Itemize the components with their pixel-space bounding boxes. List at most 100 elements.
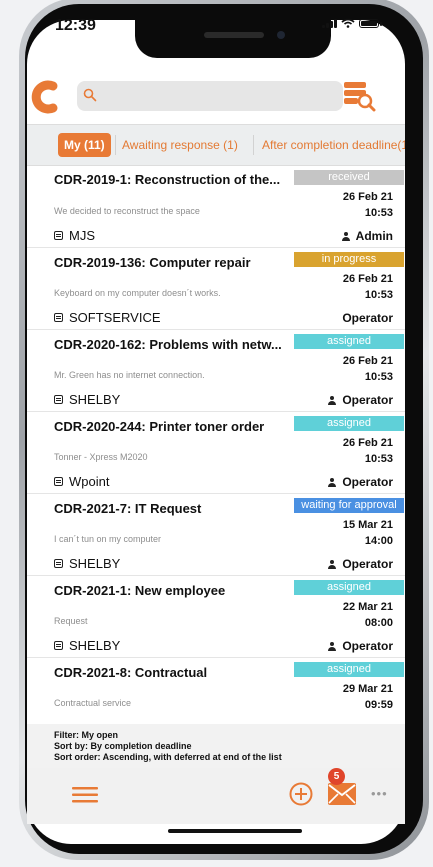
search-icon <box>83 88 97 102</box>
ticket-title: CDR-2021-1: New employee <box>54 583 226 598</box>
ticket-description: Tonner - Xpress M2020 <box>54 452 148 462</box>
building-icon <box>54 559 63 568</box>
add-icon[interactable] <box>289 782 313 811</box>
ticket-description: We decided to reconstruct the space <box>54 206 200 216</box>
home-indicator <box>168 829 302 833</box>
assignee-name: Admin <box>355 229 393 243</box>
ticket-time: 10:53 <box>364 453 393 465</box>
ticket-time: 14:00 <box>364 535 393 547</box>
ticket-assignee: Operator <box>328 393 393 407</box>
notch <box>135 20 331 58</box>
ticket-customer: MJS <box>54 228 95 243</box>
ticket-title: CDR-2021-7: IT Request <box>54 501 202 516</box>
filter-tabs: My (11) Awaiting response (1) After comp… <box>27 124 405 166</box>
speaker <box>204 32 264 38</box>
assignee-name: Operator <box>342 393 393 407</box>
building-icon <box>54 641 63 650</box>
ticket-customer: SOFTSERVICE <box>54 310 161 325</box>
ticket-item[interactable]: CDR-2021-8: Contractual assigned 29 Mar … <box>27 658 405 724</box>
ticket-time: 10:53 <box>364 289 393 301</box>
ticket-date: 26 Feb 21 <box>342 437 393 449</box>
ticket-title: CDR-2019-1: Reconstruction of the... <box>54 172 281 187</box>
assignee-name: Operator <box>342 639 393 653</box>
ticket-time: 10:53 <box>364 371 393 383</box>
ticket-time: 09:59 <box>364 699 393 711</box>
ticket-item[interactable]: CDR-2021-1: New employee assigned 22 Mar… <box>27 576 405 658</box>
customer-name: SOFTSERVICE <box>69 310 161 325</box>
tab-my[interactable]: My (11) <box>58 133 111 157</box>
filter-info: Filter: My open <box>54 730 119 740</box>
status-badge: waiting for approval <box>294 498 404 513</box>
ticket-time: 08:00 <box>364 617 393 629</box>
menu-icon[interactable] <box>72 787 98 808</box>
ticket-description: Mr. Green has no internet connection. <box>54 370 205 380</box>
ticket-description: Request <box>54 616 88 626</box>
ticket-title: CDR-2019-136: Computer repair <box>54 255 251 270</box>
tab-after-deadline[interactable]: After completion deadline(1 <box>262 133 405 157</box>
ticket-customer: SHELBY <box>54 638 120 653</box>
tab-separator <box>115 135 116 155</box>
ticket-date: 26 Feb 21 <box>342 191 393 203</box>
customer-name: SHELBY <box>69 392 121 407</box>
ticket-assignee: Operator <box>342 311 393 325</box>
ticket-assignee: Operator <box>328 557 393 571</box>
status-icons <box>322 18 382 28</box>
list-info-footer: Filter: My open Sort by: By completion d… <box>27 724 405 768</box>
ticket-description: Contractual service <box>54 698 132 708</box>
server-search-icon[interactable] <box>342 80 376 117</box>
status-badge: in progress <box>294 252 404 267</box>
ticket-title: CDR-2021-8: Contractual <box>54 665 208 680</box>
status-badge: assigned <box>294 580 404 595</box>
ticket-title: CDR-2020-162: Problems with netw... <box>54 337 282 352</box>
user-icon <box>341 231 350 241</box>
customer-name: MJS <box>69 228 95 243</box>
user-icon <box>328 395 337 405</box>
customer-name: Wpoint <box>69 474 110 489</box>
more-icon[interactable]: ••• <box>371 786 388 801</box>
building-icon <box>54 477 63 486</box>
battery-icon <box>359 19 382 28</box>
status-badge: assigned <box>294 662 404 677</box>
user-icon <box>328 477 337 487</box>
sort-order-info: Sort order: Ascending, with deferred at … <box>54 752 282 762</box>
ticket-date: 22 Mar 21 <box>342 601 393 613</box>
ticket-date: 26 Feb 21 <box>342 355 393 367</box>
tab-awaiting-response[interactable]: Awaiting response (1) <box>122 133 238 157</box>
ticket-assignee: Operator <box>328 475 393 489</box>
ticket-item[interactable]: CDR-2020-162: Problems with netw... assi… <box>27 330 405 412</box>
building-icon <box>54 231 63 240</box>
ticket-customer: Wpoint <box>54 474 109 489</box>
ticket-time: 10:53 <box>364 207 393 219</box>
ticket-customer: SHELBY <box>54 556 120 571</box>
status-badge: assigned <box>294 416 404 431</box>
ticket-item[interactable]: CDR-2021-7: IT Request waiting for appro… <box>27 494 405 576</box>
tab-separator <box>253 135 254 155</box>
customer-name: SHELBY <box>69 638 121 653</box>
assignee-name: Operator <box>342 557 393 571</box>
ticket-description: Keyboard on my computer doesn´t works. <box>54 288 221 298</box>
ticket-title: CDR-2020-244: Printer toner order <box>54 419 265 434</box>
ticket-date: 15 Mar 21 <box>342 519 393 531</box>
front-camera <box>277 31 285 39</box>
ticket-assignee: Operator <box>328 639 393 653</box>
status-badge: received <box>294 170 404 185</box>
signal-icon <box>322 19 337 28</box>
ticket-date: 26 Feb 21 <box>342 273 393 285</box>
assignee-name: Operator <box>342 311 393 325</box>
status-time: 12:39 <box>55 17 96 34</box>
sort-by-info: Sort by: By completion deadline <box>54 741 192 751</box>
building-icon <box>54 395 63 404</box>
ticket-item[interactable]: CDR-2020-244: Printer toner order assign… <box>27 412 405 494</box>
assignee-name: Operator <box>342 475 393 489</box>
status-badge: assigned <box>294 334 404 349</box>
ticket-customer: SHELBY <box>54 392 120 407</box>
ticket-description: I can´t tun on my computer <box>54 534 162 544</box>
ticket-date: 29 Mar 21 <box>342 683 393 695</box>
ticket-item[interactable]: CDR-2019-1: Reconstruction of the... rec… <box>27 166 405 248</box>
mail-icon[interactable] <box>328 783 356 810</box>
ticket-item[interactable]: CDR-2019-136: Computer repair in progres… <box>27 248 405 330</box>
search-input[interactable] <box>77 81 343 111</box>
user-icon <box>328 559 337 569</box>
building-icon <box>54 313 63 322</box>
ticket-assignee: Admin <box>341 229 393 243</box>
